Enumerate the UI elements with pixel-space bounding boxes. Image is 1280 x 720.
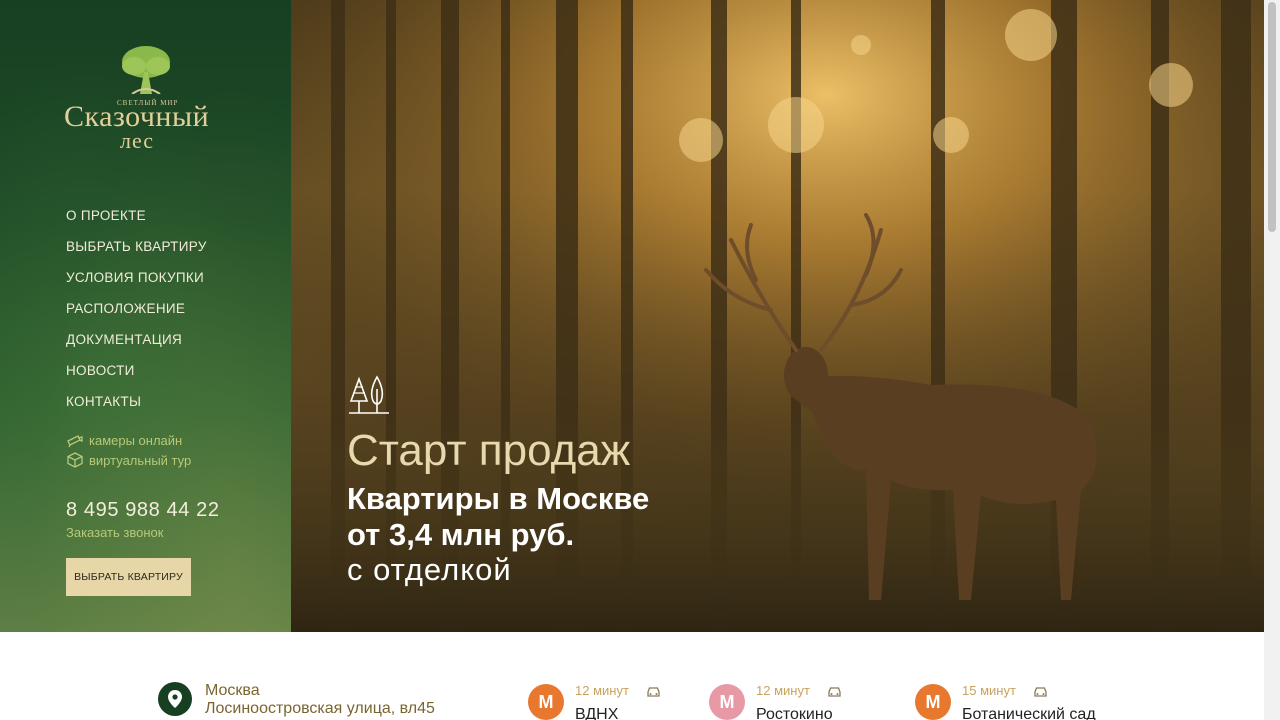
- phone-number[interactable]: 8 495 988 44 22: [66, 499, 220, 522]
- hero-subtitle-3: с отделкой: [347, 552, 512, 587]
- virtual-tour-link[interactable]: виртуальный тур: [66, 450, 191, 470]
- hero-subtitle-2: от 3,4 млн руб.: [347, 517, 575, 552]
- hero-banner: Старт продаж Квартиры в Москве от 3,4 мл…: [291, 0, 1264, 632]
- virtual-tour-label: виртуальный тур: [89, 452, 192, 468]
- hero-title: Старт продаж: [347, 426, 631, 475]
- camera-link[interactable]: камеры онлайн: [66, 430, 191, 450]
- nav-item-documents[interactable]: ДОКУМЕНТАЦИЯ: [66, 332, 182, 347]
- nav-item-about[interactable]: О ПРОЕКТЕ: [66, 208, 146, 223]
- tree-logo-icon: [122, 46, 170, 94]
- logo[interactable]: СВЕТЛЫЙ МИР Сказочный лес: [62, 44, 232, 154]
- nav-item-choose-apartment[interactable]: ВЫБРАТЬ КВАРТИРУ: [66, 239, 207, 254]
- car-icon: [1034, 687, 1047, 697]
- metro-travel-time: 12 минут: [575, 683, 629, 698]
- location-pin-icon: [158, 682, 192, 716]
- metro-travel-time: 15 минут: [962, 683, 1016, 698]
- metro-station-name: ВДНХ: [575, 706, 619, 720]
- metro-station-name: Ботанический сад: [962, 706, 1096, 720]
- hero-subtitle-1: Квартиры в Москве: [347, 481, 650, 516]
- car-icon: [828, 687, 841, 697]
- sidebar: СВЕТЛЫЙ МИР Сказочный лес О ПРОЕКТЕ ВЫБР…: [0, 0, 291, 632]
- callback-link[interactable]: Заказать звонок: [66, 525, 163, 540]
- extra-links: камеры онлайн виртуальный тур: [66, 430, 191, 470]
- metro-station-name: Ростокино: [756, 706, 833, 720]
- car-icon: [647, 687, 660, 697]
- nav-item-purchase-terms[interactable]: УСЛОВИЯ ПОКУПКИ: [66, 270, 204, 285]
- camera-icon: [67, 435, 83, 448]
- metro-icon: М: [709, 684, 745, 720]
- hero-text-block: Старт продаж Квартиры в Москве от 3,4 мл…: [347, 375, 649, 587]
- nav-item-location[interactable]: РАСПОЛОЖЕНИЕ: [66, 301, 185, 316]
- camera-link-label: камеры онлайн: [89, 432, 183, 448]
- metro-icon: М: [528, 684, 564, 720]
- location-info-bar: Москва Лосиноостровская улица, вл45 М 12…: [0, 632, 1264, 720]
- metro-travel-time: 12 минут: [756, 683, 810, 698]
- logo-title-2: лес: [120, 128, 155, 153]
- address-street: Лосиноостровская улица, вл45: [205, 700, 435, 717]
- main-nav: О ПРОЕКТЕ ВЫБРАТЬ КВАРТИРУ УСЛОВИЯ ПОКУП…: [66, 205, 207, 422]
- cube-icon: [67, 452, 83, 468]
- scrollbar-thumb[interactable]: [1268, 2, 1276, 232]
- trees-icon: [349, 375, 389, 414]
- nav-item-news[interactable]: НОВОСТИ: [66, 363, 135, 378]
- address-city: Москва: [205, 682, 260, 699]
- nav-item-contacts[interactable]: КОНТАКТЫ: [66, 394, 141, 409]
- choose-apartment-button[interactable]: ВЫБРАТЬ КВАРТИРУ: [66, 558, 191, 596]
- metro-icon: М: [915, 684, 951, 720]
- page-scrollbar[interactable]: [1264, 0, 1280, 720]
